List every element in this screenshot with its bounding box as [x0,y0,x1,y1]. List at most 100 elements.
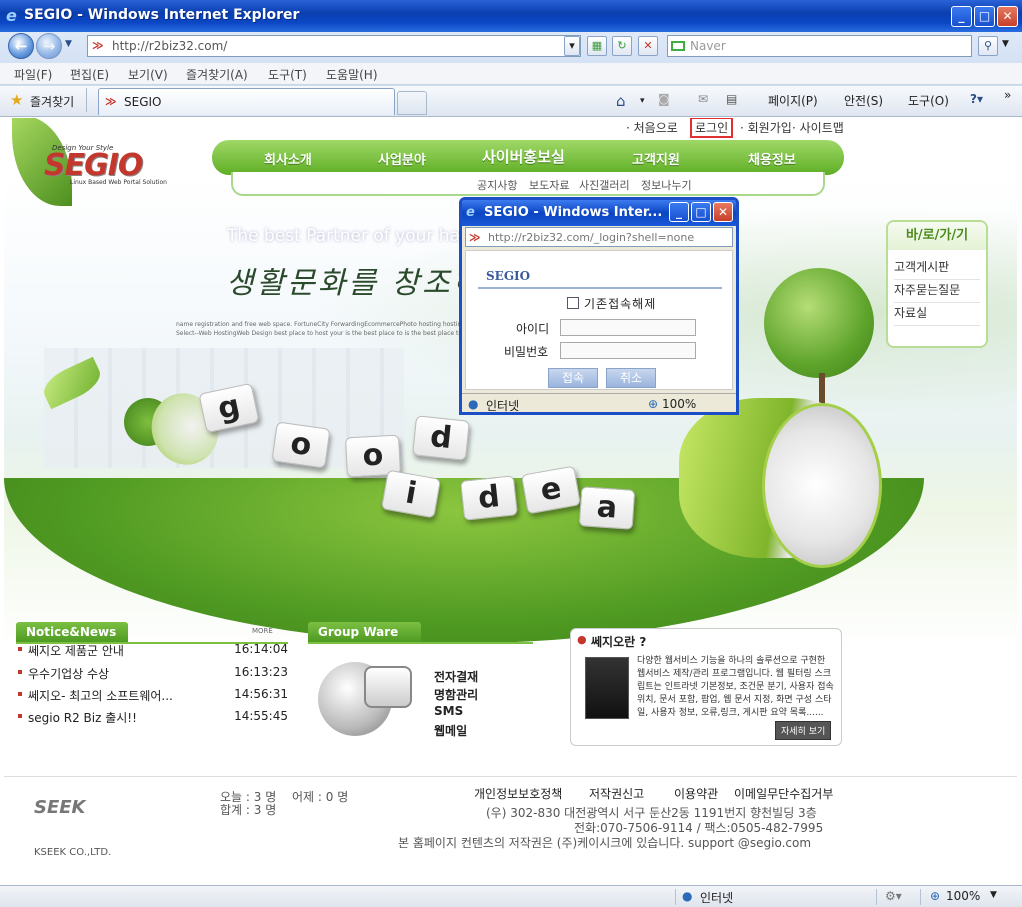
back-button[interactable]: ← [8,33,34,59]
menu-help[interactable]: 도움말(H) [326,66,378,83]
logo-subtitle: Linux Based Web Portal Solution [70,179,167,186]
status-zoom[interactable]: 100% [946,889,980,903]
search-icon[interactable]: ⚲ [978,36,998,56]
groupware-box: Group Ware 전자결재 명함관리 SMS 웹메일 [308,622,533,752]
zoom-icon: ⊕ [930,889,941,903]
details-button[interactable]: 자세히 보기 [775,721,832,740]
nav-pr[interactable]: 사이버홍보실 [482,146,565,167]
sub-navigation: 공지사항 보도자료 사진갤러리 정보나누기 [231,172,825,196]
id-field[interactable] [560,319,696,336]
popup-zoom[interactable]: 100% [662,397,696,411]
more-link[interactable]: MORE [252,627,273,635]
maximize-button[interactable]: □ [974,6,995,27]
status-zone: 인터넷 [700,891,734,905]
letter-tile: a [578,486,636,530]
menu-view[interactable]: 보기(V) [128,66,168,83]
list-item[interactable]: segio R2 Biz 출시!! 14:55:45 [18,707,288,727]
nav-support[interactable]: 고객지원 [632,149,680,168]
popup-url: http://r2biz32.com/_login?shell=none [488,231,695,244]
cup-rim-image [762,403,882,568]
quick-link-board[interactable]: 고객게시판 [894,258,980,280]
popup-minimize-button[interactable]: _ [669,202,689,222]
menu-tools[interactable]: 도구(T) [268,66,307,83]
popup-title-bar: e SEGIO - Windows Inter... _ □ ✕ [462,200,736,226]
link-email-policy[interactable]: 이메일무단수집거부 [734,785,833,802]
mail-icon[interactable]: ✉ [698,92,708,106]
nav-about[interactable]: 회사소개 [264,149,312,168]
list-item[interactable]: 우수기업상 수상 16:13:23 [18,663,288,683]
home-icon[interactable]: ⌂ [616,92,626,110]
menu-favorites[interactable]: 즐겨찾기(A) [186,66,248,83]
monitor-icon [364,666,412,708]
notice-news-title: Notice&News [16,622,128,642]
disconnect-checkbox[interactable] [567,297,579,309]
subnav-info[interactable]: 정보나누기 [641,177,692,193]
new-tab-button[interactable] [397,91,427,115]
page-menu[interactable]: 페이지(P) [768,92,818,109]
link-sitemap[interactable]: · 사이트맵 [792,119,844,136]
main-navigation: 회사소개 사업분야 사이버홍보실 고객지원 채용정보 [212,140,844,175]
link-signup[interactable]: · 회원가입 [740,119,792,136]
login-cancel-button[interactable]: 취소 [606,368,656,388]
nav-careers[interactable]: 채용정보 [748,149,796,168]
list-item[interactable]: 쎄지오- 최고의 소프트웨어... 14:56:31 [18,685,288,705]
tools-menu[interactable]: 도구(O) [908,92,949,109]
menu-file[interactable]: 파일(F) [14,66,52,83]
list-item[interactable]: 쎄지오 제품군 안내 16:14:04 [18,640,288,660]
gw-approval[interactable]: 전자결재 [434,668,478,685]
search-input[interactable]: Naver [667,35,972,57]
link-login[interactable]: 로그인 [690,118,734,138]
quick-link-files[interactable]: 자료실 [894,304,980,326]
home-dropdown-icon[interactable]: ▾ [640,96,645,106]
quick-links-title: 바/로/가/기 [888,222,986,250]
password-field[interactable] [560,342,696,359]
address-dropdown-icon[interactable]: ▾ [564,36,580,56]
tree-image [764,268,874,378]
protected-mode-icon[interactable]: ⚙▾ [885,889,902,903]
popup-maximize-button[interactable]: □ [691,202,711,222]
window-title: SEGIO - Windows Internet Explorer [24,7,300,23]
gw-webmail[interactable]: 웹메일 [434,722,467,739]
subnav-press[interactable]: 보도자료 [529,177,569,193]
popup-close-button[interactable]: ✕ [713,202,733,222]
site-favicon-icon: ≫ [469,231,481,244]
login-form: SEGIO 기존접속해제 아이디 비밀번호 접속 취소 [465,250,733,390]
segio-logo[interactable]: SEGIO [44,148,143,183]
minimize-button[interactable]: _ [951,6,972,27]
gw-sms[interactable]: SMS [434,704,463,718]
forward-button[interactable]: → [36,33,62,59]
help-icon[interactable]: ?▾ [970,92,983,106]
refresh-icon[interactable]: ↻ [612,36,632,56]
close-button[interactable]: ✕ [997,6,1018,27]
stop-icon[interactable]: ✕ [638,36,658,56]
link-terms[interactable]: 이용약관 [674,785,718,802]
print-icon[interactable]: ▤ [726,92,737,106]
nav-business[interactable]: 사업분야 [378,149,426,168]
popup-address-bar[interactable]: ≫ http://r2biz32.com/_login?shell=none [465,227,733,247]
link-copyright[interactable]: 저작권신고 [589,785,644,802]
star-icon[interactable]: ★ [10,91,23,109]
favorites-label[interactable]: 즐겨찾기 [30,93,74,110]
popup-status-zone: 인터넷 [486,399,520,413]
id-label: 아이디 [516,322,550,336]
address-bar[interactable]: ≫ http://r2biz32.com/ [87,35,581,57]
zoom-dropdown-icon[interactable]: ▼ [990,890,997,900]
safety-menu[interactable]: 안전(S) [844,92,883,109]
subnav-notice[interactable]: 공지사항 [477,177,517,193]
search-options-icon[interactable]: ▼ [1002,39,1009,49]
compatibility-icon[interactable]: ▦ [587,36,607,56]
feeds-icon[interactable]: ◙ [658,92,670,106]
utility-links: · 처음으로 로그인 · 회원가입 · 사이트맵 [624,118,854,138]
menu-edit[interactable]: 편집(E) [70,66,109,83]
link-home[interactable]: · 처음으로 [626,119,678,136]
chevron-right-icon[interactable]: » [1004,88,1011,102]
browser-tab[interactable]: ≫ SEGIO [98,88,395,115]
history-dropdown-icon[interactable]: ▼ [65,39,72,49]
link-privacy[interactable]: 개인정보보호정책 [474,785,562,802]
quick-link-faq[interactable]: 자주묻는질문 [894,281,980,303]
login-submit-button[interactable]: 접속 [548,368,598,388]
gw-cards[interactable]: 명함관리 [434,686,478,703]
copyright-text: 본 홈페이지 컨텐츠의 저작권은 (주)케이시크에 있습니다. support … [398,836,812,850]
subnav-gallery[interactable]: 사진갤러리 [579,177,630,193]
hero-caption-2: Select--Web HostingWeb Design best place… [176,330,477,337]
